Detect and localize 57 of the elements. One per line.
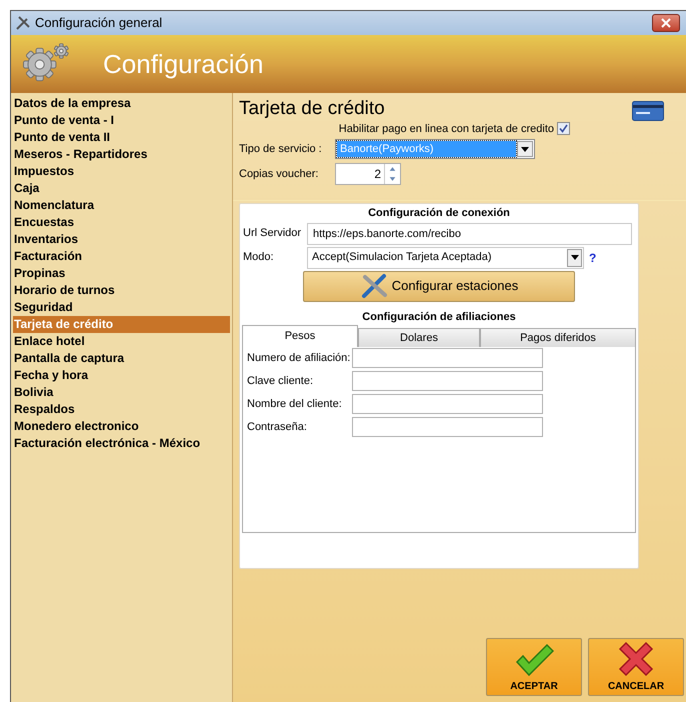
window-title: Configuración general: [35, 14, 162, 32]
close-icon: [661, 18, 671, 28]
input-field[interactable]: [352, 417, 543, 437]
service-type-label: Tipo de servicio :: [239, 142, 323, 157]
enable-online-checkbox[interactable]: [557, 122, 570, 136]
sidebar-item[interactable]: Fecha y hora: [13, 367, 230, 384]
voucher-copies-spinner[interactable]: 2: [335, 163, 401, 185]
checkmark-icon: [514, 643, 554, 677]
affiliation-tab[interactable]: Dolares: [358, 328, 480, 347]
sidebar-item[interactable]: Tarjeta de crédito: [13, 316, 230, 333]
sidebar-item[interactable]: Horario de turnos: [13, 282, 230, 299]
sidebar-item[interactable]: Bolivia: [13, 384, 230, 401]
input-field[interactable]: [352, 348, 543, 368]
sidebar-item[interactable]: Caja: [13, 180, 230, 197]
field-label: Contraseña:: [247, 420, 308, 435]
sidebar-item[interactable]: Pantalla de captura: [13, 350, 230, 367]
sidebar-item[interactable]: Propinas: [13, 265, 230, 282]
sidebar-item[interactable]: Monedero electronico: [13, 418, 230, 435]
url-label: Url Servidor: [243, 226, 302, 242]
configure-stations-button[interactable]: Configurar estaciones: [303, 270, 575, 302]
sidebar-item[interactable]: Datos de la empresa: [13, 95, 230, 112]
accept-button[interactable]: ACEPTAR: [486, 638, 582, 696]
sidebar-item[interactable]: Facturación: [13, 248, 230, 265]
sidebar-item[interactable]: Seguridad: [13, 299, 230, 316]
credit-card-icon: [632, 101, 664, 121]
cancel-button[interactable]: CANCELAR: [588, 638, 684, 696]
input-field[interactable]: [352, 371, 543, 391]
header-title: Configuración: [103, 48, 264, 80]
sidebar-item[interactable]: Enlace hotel: [13, 333, 230, 350]
voucher-copies-label: Copias voucher:: [239, 166, 320, 182]
sidebar-item[interactable]: Facturación electrónica - México: [13, 435, 230, 452]
field-label: Clave cliente:: [247, 374, 314, 389]
sidebar-item[interactable]: Meseros - Repartidores: [13, 146, 230, 163]
sidebar-item[interactable]: Punto de venta - I: [13, 112, 230, 129]
field-label: Numero de afiliación:: [247, 350, 352, 366]
sidebar-item[interactable]: Inventarios: [13, 231, 230, 248]
mode-dropdown[interactable]: Accept(Simulacion Tarjeta Aceptada): [307, 246, 584, 268]
url-field[interactable]: https://eps.banorte.com/recibo: [307, 222, 632, 244]
sidebar-item[interactable]: Punto de venta II: [13, 129, 230, 146]
x-mark-icon: [616, 641, 656, 677]
mode-label: Modo:: [243, 250, 275, 266]
panel-title: Tarjeta de crédito: [239, 97, 385, 121]
affiliations-title: Configuración de afiliaciones: [361, 310, 517, 324]
affiliation-tab[interactable]: Pesos: [242, 325, 358, 347]
enable-online-label: Habilitar pago en linea con tarjeta de credito: [338, 122, 554, 136]
dropdown-arrow-icon: [521, 146, 529, 152]
close-button[interactable]: [652, 14, 680, 32]
sidebar-item[interactable]: Respaldos: [13, 401, 230, 418]
help-link[interactable]: ?: [589, 248, 596, 266]
input-field[interactable]: [352, 394, 543, 414]
field-label: Nombre del cliente:: [247, 396, 343, 412]
affiliation-tab[interactable]: Pagos diferidos: [480, 328, 636, 347]
dropdown-arrow-icon: [570, 255, 578, 260]
connection-title: Configuración de conexión: [367, 206, 511, 221]
sidebar-item[interactable]: Encuestas: [13, 214, 230, 231]
sidebar-item[interactable]: Impuestos: [13, 163, 230, 180]
sidebar-item[interactable]: Nomenclatura: [13, 197, 230, 214]
